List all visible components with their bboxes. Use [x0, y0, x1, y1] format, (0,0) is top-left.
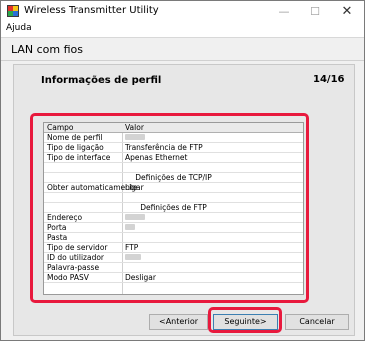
window-title: Wireless Transmitter Utility: [24, 5, 159, 16]
cancel-button[interactable]: Cancelar: [285, 314, 349, 330]
next-button-highlight-frame: [208, 307, 282, 333]
table-highlight-frame: [30, 113, 309, 303]
maximize-button[interactable]: ☐: [300, 1, 330, 22]
menu-help[interactable]: Ajuda: [6, 23, 32, 33]
title-bar: Wireless Transmitter Utility — ☐ ✕: [1, 1, 364, 22]
menu-bar: Ajuda: [1, 22, 364, 37]
close-button[interactable]: ✕: [332, 1, 362, 22]
panel-heading: Informações de perfil: [41, 75, 162, 86]
step-counter: 14/16: [313, 74, 345, 85]
app-window: Wireless Transmitter Utility — ☐ ✕ Ajuda…: [0, 0, 365, 341]
divider: [1, 60, 364, 61]
previous-button[interactable]: <Anterior: [149, 314, 208, 330]
app-icon: [7, 5, 19, 17]
divider: [1, 37, 364, 38]
minimize-button[interactable]: —: [269, 1, 299, 22]
section-title: LAN com fios: [11, 43, 84, 56]
